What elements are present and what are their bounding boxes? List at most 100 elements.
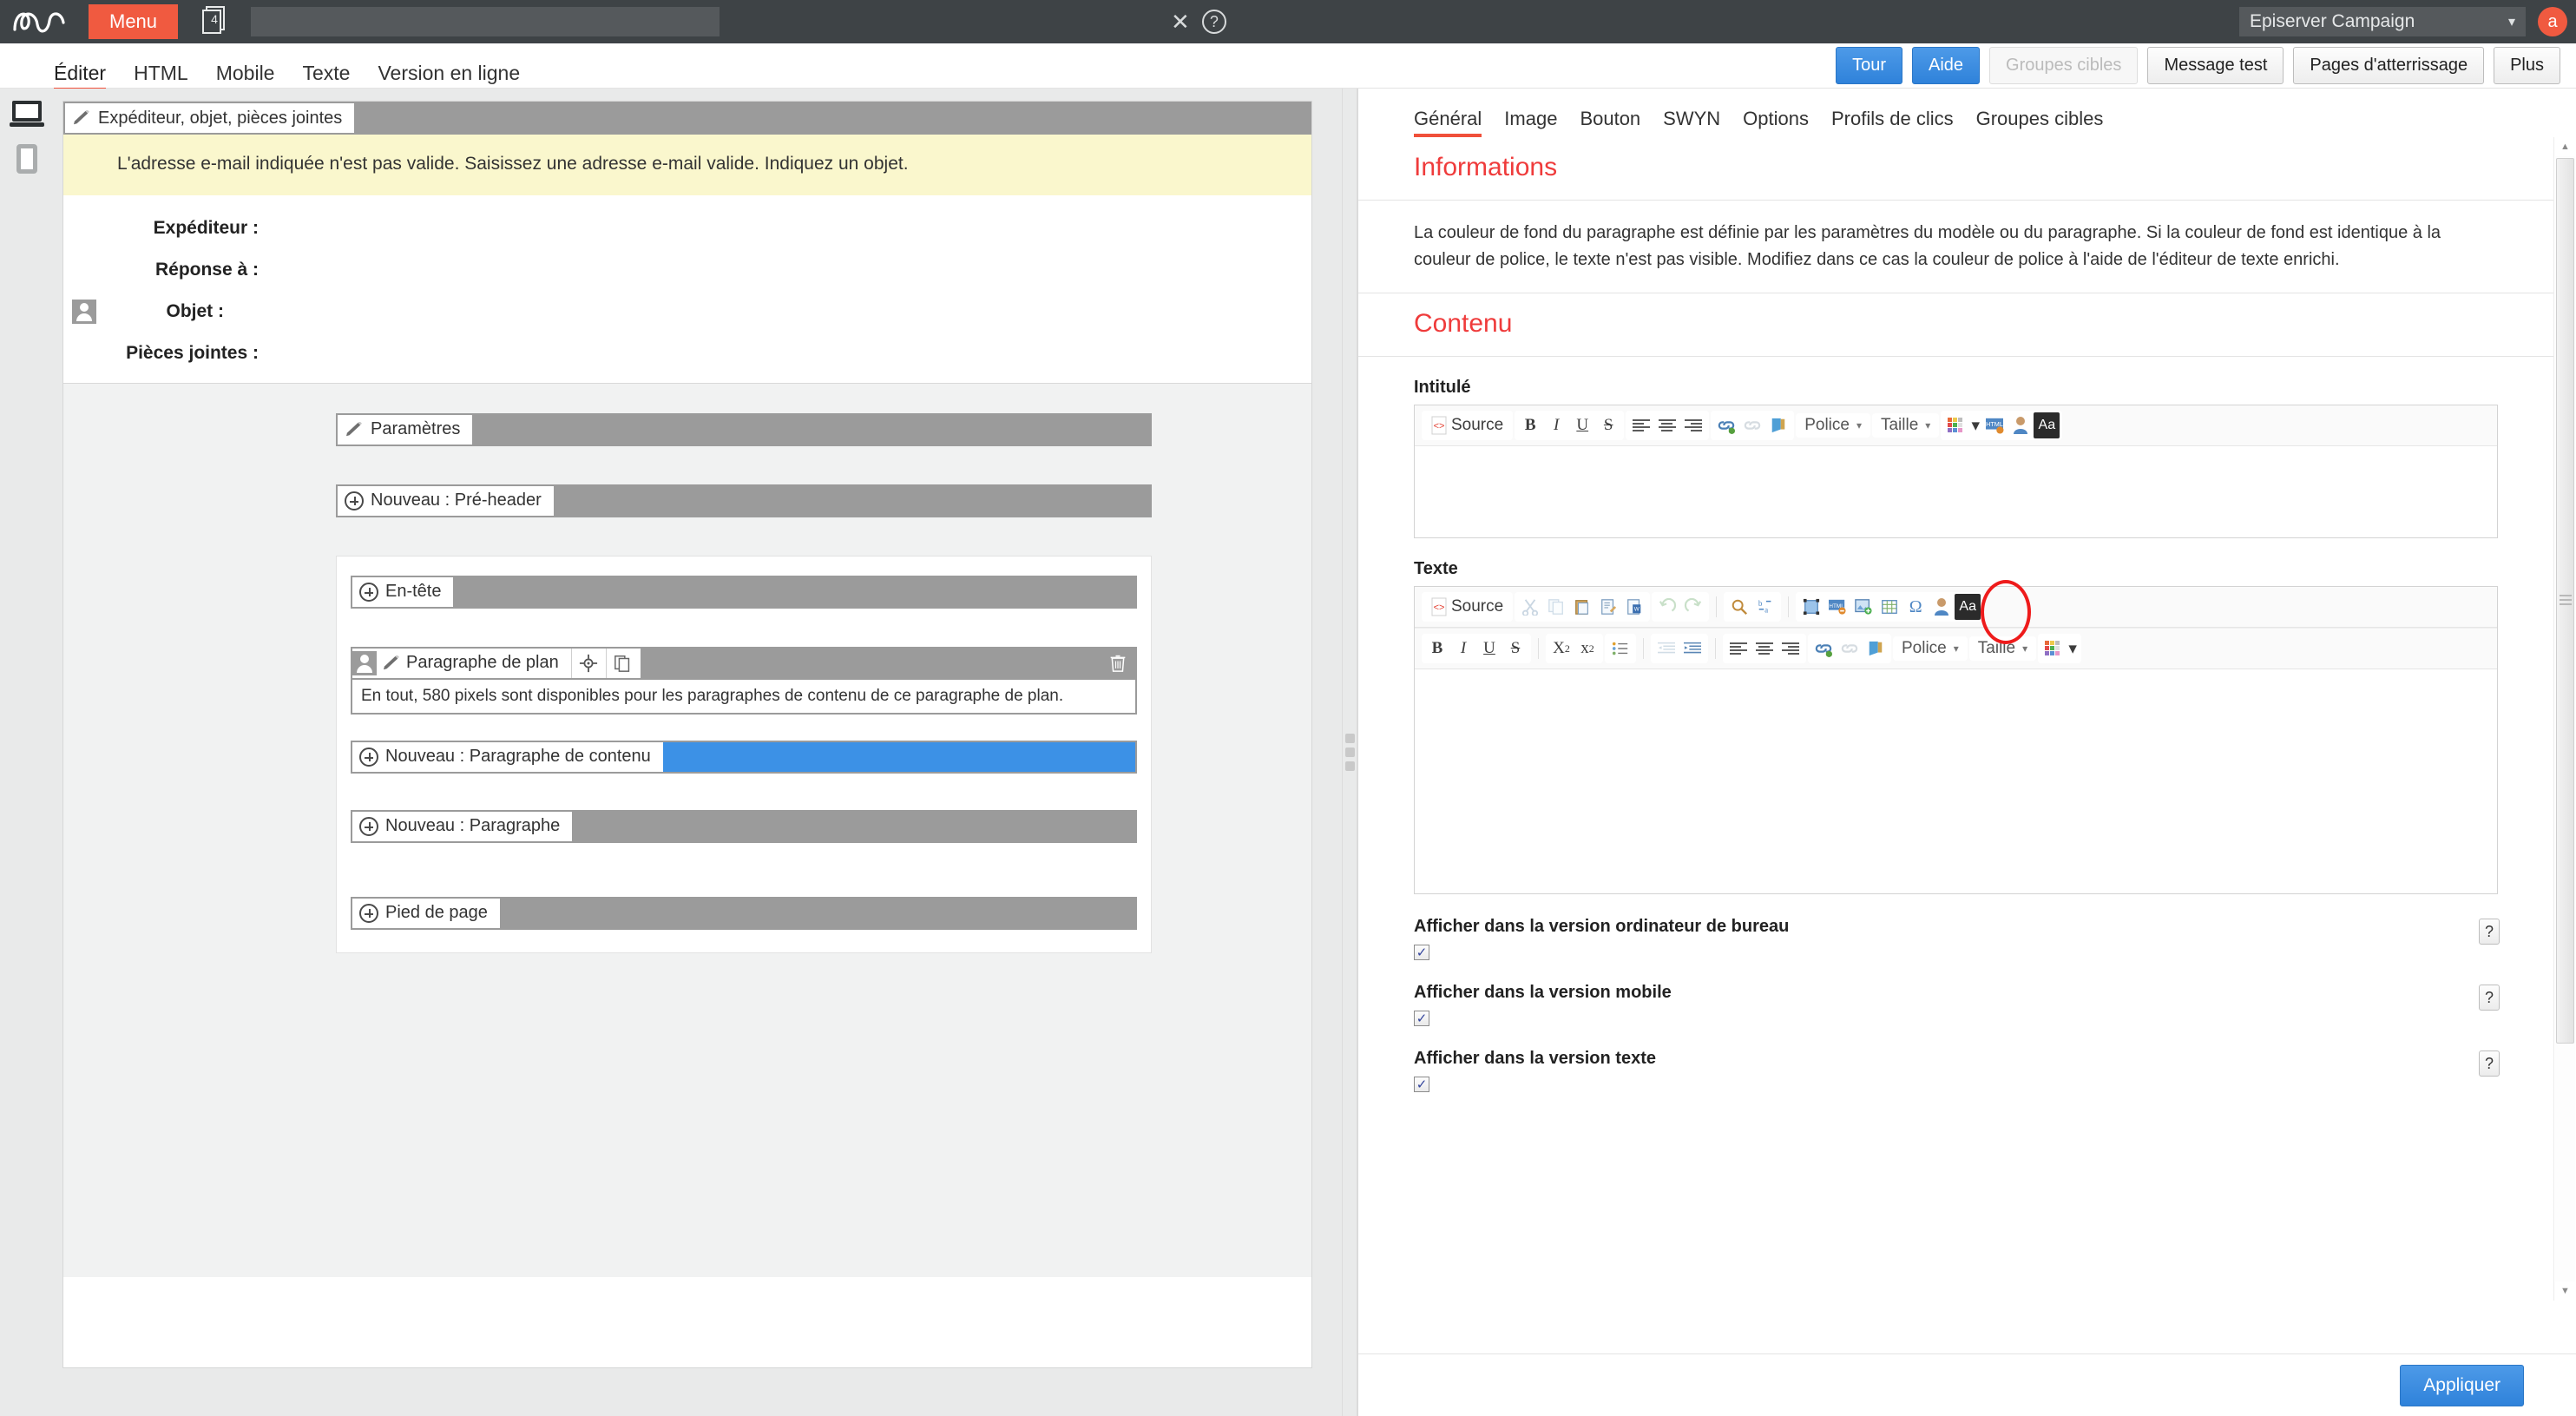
underline-icon[interactable]: U [1476,636,1502,662]
node-pied-de-page[interactable]: Pied de page [351,896,1137,930]
underline-icon[interactable]: U [1569,412,1595,438]
copy-icon[interactable] [1543,594,1569,620]
avatar[interactable]: a [2538,7,2567,36]
chevron-down-icon[interactable]: ▾ [2067,636,2079,662]
intitule-editor[interactable]: <> Source B I U S Police ▾ Taille ▾ ▾ HT… [1414,405,2498,538]
italic-icon[interactable]: I [1450,636,1476,662]
texte-editor[interactable]: <> Source W b a HTML Ω Aa B I U S X 2 x … [1414,580,2498,894]
intitule-input[interactable] [1415,446,2497,537]
align-left-icon[interactable] [1628,412,1654,438]
text-color-icon[interactable] [1943,412,1969,438]
bold-icon[interactable]: B [1424,636,1450,662]
indent-icon[interactable] [1679,636,1705,662]
aide-button[interactable]: Aide [1912,47,1981,84]
pages-icon[interactable]: 4 [200,6,230,37]
special-field-icon[interactable]: Aa [2034,412,2060,438]
help-icon[interactable]: ? [1201,10,1226,34]
trash-icon[interactable] [1101,648,1135,678]
node-contenu-cap[interactable]: Nouveau : Paragraphe de contenu [352,741,663,772]
align-left-icon[interactable] [1725,636,1751,662]
node-nouveau-paragraphe-de-contenu[interactable]: Nouveau : Paragraphe de contenu [351,740,1137,774]
link-icon[interactable] [1810,636,1837,662]
node-parametres[interactable]: Paramètres [336,412,1152,446]
image-icon[interactable] [1850,594,1876,620]
pages-atterrissage-button[interactable]: Pages d'atterrissage [2293,47,2485,84]
help-desktop-button[interactable]: ? [2479,919,2500,945]
message-test-button[interactable]: Message test [2147,47,2284,84]
sender-block-cap[interactable]: Expéditeur, objet, pièces jointes [65,103,355,133]
outdent-icon[interactable] [1653,636,1679,662]
unlink-icon[interactable] [1739,412,1765,438]
texte-font-select[interactable]: Police ▾ [1893,636,1968,661]
tab-html[interactable]: HTML [134,52,188,89]
intitule-font-select[interactable]: Police ▾ [1796,413,1870,438]
sender-block-header[interactable]: Expéditeur, objet, pièces jointes [63,102,1311,135]
source-icon[interactable]: <> Source [1424,594,1510,620]
special-char-icon[interactable]: Ω [1902,594,1929,620]
superscript-icon[interactable]: x2 [1574,636,1600,662]
node-paragraphe-de-plan[interactable]: Paragraphe de plan [351,646,1137,680]
tab-profils-de-clics[interactable]: Profils de clics [1831,108,1954,137]
bold-icon[interactable]: B [1517,412,1543,438]
tab-general[interactable]: Général [1414,108,1482,137]
strikethrough-icon[interactable]: S [1595,412,1621,438]
source-icon[interactable]: <> Source [1424,412,1510,438]
special-field-icon[interactable]: Aa [1955,594,1981,620]
scroll-down-icon[interactable]: ▼ [2554,1281,2576,1301]
paste-icon[interactable] [1569,594,1595,620]
html-snippet-icon[interactable]: HTML [1981,412,2008,438]
close-icon[interactable]: ✕ [1171,9,1190,36]
text-color-icon[interactable] [2040,636,2067,662]
select-all-icon[interactable] [1798,594,1824,620]
tab-texte[interactable]: Texte [302,52,350,89]
table-icon[interactable] [1876,594,1902,620]
texte-input[interactable] [1415,669,2497,893]
help-mobile-button[interactable]: ? [2479,985,2500,1011]
copy-icon[interactable] [605,648,641,678]
episerver-logo[interactable] [0,0,83,43]
tab-image[interactable]: Image [1504,108,1557,137]
scrollbar-thumb[interactable] [2556,158,2574,1044]
tab-editer[interactable]: Éditer [54,52,107,91]
node-plan-cap[interactable]: Paragraphe de plan [352,648,571,678]
strikethrough-icon[interactable]: S [1502,636,1528,662]
find-icon[interactable] [1726,594,1752,620]
tab-groupes-cibles[interactable]: Groupes cibles [1976,108,2104,137]
intitule-size-select[interactable]: Taille ▾ [1871,413,1940,438]
node-en-tete-cap[interactable]: En-tête [352,576,454,607]
node-paragraphe-cap[interactable]: Nouveau : Paragraphe [352,811,573,841]
tab-swyn[interactable]: SWYN [1663,108,1720,137]
appliquer-button[interactable]: Appliquer [2400,1364,2524,1406]
help-texte-button[interactable]: ? [2479,1050,2500,1077]
align-right-icon[interactable] [1680,412,1706,438]
phone-icon[interactable] [10,142,44,174]
checkbox-desktop[interactable]: ✓ [1414,945,1429,960]
personalization-icon[interactable] [1929,594,1955,620]
menu-button[interactable]: Menu [89,4,179,39]
tour-button[interactable]: Tour [1836,47,1902,84]
align-right-icon[interactable] [1778,636,1804,662]
plus-button[interactable]: Plus [2494,47,2560,84]
remove-format-icon[interactable]: HTML [1824,594,1850,620]
panel-splitter[interactable] [1342,89,1357,1416]
node-en-tete[interactable]: En-tête [351,575,1137,609]
anchor-icon[interactable] [1765,412,1791,438]
chevron-down-icon[interactable]: ▾ [1969,412,1981,438]
tab-mobile[interactable]: Mobile [216,52,275,89]
client-select[interactable]: Episerver Campaign ▾ [2239,7,2526,36]
scroll-up-icon[interactable]: ▲ [2554,137,2576,156]
personalization-icon[interactable] [2008,412,2034,438]
subscript-icon[interactable]: X2 [1548,636,1574,662]
bulleted-list-icon[interactable] [1607,636,1633,662]
node-nouveau-preheader[interactable]: Nouveau : Pré-header [336,484,1152,517]
checkbox-texte[interactable]: ✓ [1414,1077,1429,1092]
properties-scrollbar[interactable]: ▲ ▼ [2553,137,2576,1301]
paste-word-icon[interactable]: W [1621,594,1647,620]
paste-text-icon[interactable] [1595,594,1621,620]
link-icon[interactable] [1713,412,1739,438]
tab-bouton[interactable]: Bouton [1580,108,1640,137]
align-center-icon[interactable] [1751,636,1778,662]
italic-icon[interactable]: I [1543,412,1569,438]
texte-size-select[interactable]: Taille ▾ [1968,636,2037,661]
align-center-icon[interactable] [1654,412,1680,438]
